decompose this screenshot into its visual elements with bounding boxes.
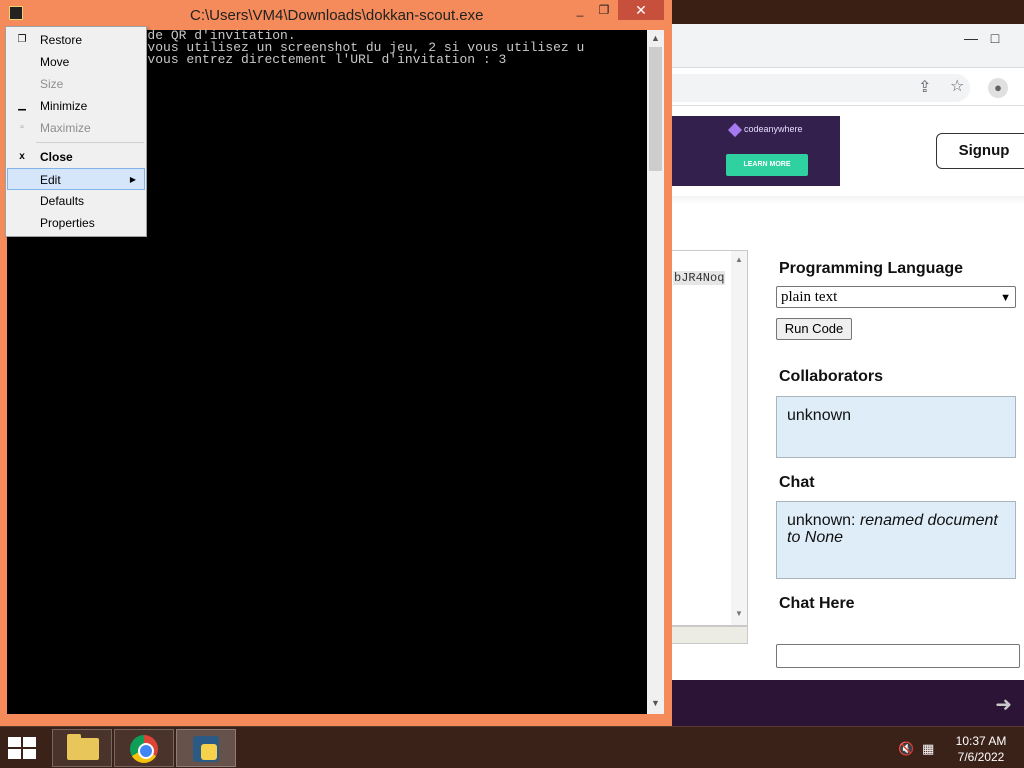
network-icon[interactable]: ▦ [922, 741, 934, 757]
taskbar-file-explorer[interactable] [52, 729, 112, 767]
console-app-icon[interactable] [9, 6, 23, 20]
chat-here-heading: Chat Here [779, 595, 855, 612]
scroll-down-arrow-icon[interactable]: ▼ [735, 609, 743, 618]
browser-window: — □ ⇪ ☆ ● codeanywhere LEARN MORE Signup… [672, 24, 1024, 726]
sidebar-panel: Programming Language plain text ▼ Run Co… [776, 106, 1024, 726]
code-snippet-text: bJR4Noq [673, 271, 726, 285]
menu-item-size: Size [40, 77, 64, 91]
arrow-right-icon[interactable]: ➜ [995, 692, 1012, 717]
close-icon: x [19, 151, 25, 162]
menu-item-restore[interactable]: ❐ Restore [7, 29, 145, 51]
menu-item-edit[interactable]: Edit ▶ [7, 168, 145, 190]
code-editor-hscrollbar[interactable] [672, 626, 748, 644]
menu-separator [36, 142, 144, 143]
collaborators-heading: Collaborators [779, 368, 884, 385]
volume-muted-icon[interactable]: 🔇 [898, 741, 914, 757]
windows-start-icon[interactable] [8, 737, 38, 759]
language-select[interactable]: plain text ▼ [776, 286, 1016, 308]
chevron-down-icon: ▼ [1000, 292, 1011, 304]
console-minimize-button[interactable]: _ [570, 0, 590, 20]
chrome-icon [130, 735, 158, 763]
taskbar: 🔇 ▦ 10:37 AM 7/6/2022 [0, 726, 1024, 768]
browser-minimize-button[interactable]: — [962, 30, 980, 46]
scroll-down-arrow-icon[interactable]: ▼ [651, 698, 660, 708]
scroll-up-arrow-icon[interactable]: ▲ [651, 33, 660, 43]
menu-item-move[interactable]: Move [7, 51, 145, 73]
clock-time: 10:37 AM [955, 734, 1007, 748]
console-scrollbar[interactable]: ▲ ▼ [647, 30, 664, 714]
share-icon[interactable]: ⇪ [918, 80, 931, 96]
chat-user: unknown: [787, 512, 856, 529]
bookmark-star-icon[interactable]: ☆ [950, 79, 964, 95]
scroll-up-arrow-icon[interactable]: ▲ [735, 255, 743, 264]
maximize-icon: ▫ [20, 122, 24, 133]
menu-item-defaults[interactable]: Defaults [7, 190, 145, 212]
menu-item-maximize: ▫ Maximize [7, 117, 145, 139]
system-clock[interactable]: 10:37 AM 7/6/2022 [946, 733, 1016, 765]
code-editor-scrollbar[interactable]: ▲ ▼ [731, 251, 747, 625]
console-close-button[interactable]: ✕ [618, 0, 664, 20]
chat-box: unknown: renamed document to None [776, 501, 1016, 579]
folder-icon [67, 734, 99, 760]
collaborators-box: unknown [776, 396, 1016, 458]
minimize-icon: ▁ [18, 100, 26, 111]
system-menu: ❐ Restore Move Size ▁ Minimize ▫ Maximiz… [5, 26, 147, 237]
run-code-button[interactable]: Run Code [776, 318, 852, 340]
menu-item-close[interactable]: x Close [7, 146, 145, 168]
menu-item-minimize[interactable]: ▁ Minimize [7, 95, 145, 117]
restore-icon: ❐ [17, 34, 27, 45]
menu-item-properties[interactable]: Properties [7, 212, 145, 234]
browser-toolbar: ⇪ ☆ ● [672, 68, 1024, 106]
page-footer-bar: ➜ [672, 680, 1024, 726]
chat-input[interactable] [776, 644, 1020, 668]
console-scroll-thumb[interactable] [649, 47, 662, 171]
programming-language-heading: Programming Language [779, 260, 964, 277]
code-editor[interactable]: bJR4Noq ▲ ▼ [672, 250, 748, 626]
clock-date: 7/6/2022 [957, 750, 1005, 764]
language-select-value: plain text [781, 289, 838, 305]
browser-titlebar: — □ [672, 24, 1024, 68]
web-page: codeanywhere LEARN MORE Signup bJR4Noq ▲… [672, 106, 1024, 726]
taskbar-chrome[interactable] [114, 729, 174, 767]
submenu-arrow-icon: ▶ [129, 175, 136, 184]
console-title: C:\Users\VM4\Downloads\dokkan-scout.exe [190, 7, 484, 24]
browser-maximize-button[interactable]: □ [986, 30, 1004, 46]
collaborator-name: unknown [787, 407, 852, 424]
python-icon [193, 736, 219, 762]
console-maximize-button[interactable]: ❐ [594, 0, 614, 20]
taskbar-python[interactable] [176, 729, 236, 767]
chat-heading: Chat [779, 474, 815, 491]
profile-avatar-icon[interactable]: ● [988, 78, 1008, 98]
